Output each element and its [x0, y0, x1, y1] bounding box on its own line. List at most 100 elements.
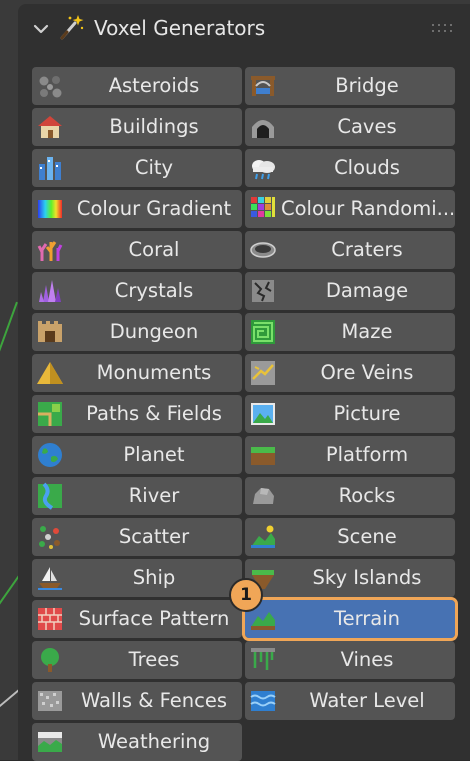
cave-icon: [252, 120, 274, 138]
weathering-icon: [38, 732, 62, 752]
button-label: Colour Gradient: [76, 197, 232, 220]
button-label: Scene: [337, 525, 397, 548]
button-label: River: [128, 484, 180, 507]
surface-pattern-button[interactable]: Surface Pattern: [32, 600, 242, 638]
city-button[interactable]: City: [32, 149, 242, 187]
paths-fields-button[interactable]: Paths & Fields: [32, 395, 242, 433]
craters-button[interactable]: Craters: [245, 231, 455, 269]
damage-icon: [252, 280, 274, 302]
weathering-button[interactable]: Weathering: [32, 723, 242, 761]
button-label: Craters: [331, 238, 403, 261]
rocks-button[interactable]: Rocks: [245, 477, 455, 515]
scatter-button[interactable]: Scatter: [32, 518, 242, 556]
button-label: Picture: [333, 402, 401, 425]
button-label: Damage: [325, 279, 409, 302]
button-label: Scatter: [118, 525, 190, 548]
trees-button[interactable]: Trees: [32, 641, 242, 679]
voxel-generators-panel: Voxel Generators Asteroids Bridge Building…: [18, 4, 470, 761]
button-label: Sky Islands: [312, 566, 422, 589]
maze-button[interactable]: Maze: [245, 313, 455, 351]
button-label: Monuments: [96, 361, 212, 384]
button-label: Clouds: [334, 156, 400, 179]
planet-icon: [38, 443, 62, 467]
wall-icon: [38, 691, 62, 711]
button-label: Maze: [341, 320, 393, 343]
walls-fences-button[interactable]: Walls & Fences: [32, 682, 242, 720]
button-label: Planet: [123, 443, 185, 466]
river-button[interactable]: River: [32, 477, 242, 515]
picture-icon: [251, 403, 275, 425]
button-label: Paths & Fields: [86, 402, 222, 425]
vines-icon: [251, 648, 275, 670]
cloud-icon: [252, 160, 275, 180]
platform-icon: [251, 447, 275, 465]
dungeon-icon: [38, 321, 62, 342]
ship-icon: [38, 567, 62, 590]
button-label: Ore Veins: [320, 361, 414, 384]
vines-button[interactable]: Vines: [245, 641, 455, 679]
random-colour-icon: [251, 197, 275, 217]
button-label: Surface Pattern: [78, 607, 230, 630]
tree-icon: [41, 648, 59, 672]
clouds-button[interactable]: Clouds: [245, 149, 455, 187]
ore-veins-button[interactable]: Ore Veins: [245, 354, 455, 392]
ship-button[interactable]: Ship: [32, 559, 242, 597]
house-icon: [38, 116, 62, 138]
chevron-down-icon[interactable]: [30, 18, 52, 40]
button-label: Crystals: [114, 279, 194, 302]
rock-icon: [253, 488, 274, 504]
brick-icon: [38, 608, 62, 630]
buildings-button[interactable]: Buildings: [32, 108, 242, 146]
damage-button[interactable]: Damage: [245, 272, 455, 310]
magic-wand-icon: [60, 15, 84, 40]
scene-button[interactable]: Scene: [245, 518, 455, 556]
colour-gradient-button[interactable]: Colour Gradient: [32, 190, 242, 228]
button-label: Vines: [340, 648, 394, 671]
button-label: Walls & Fences: [81, 689, 227, 712]
crater-icon: [250, 242, 276, 258]
button-label: Caves: [337, 115, 397, 138]
coral-button[interactable]: Coral: [32, 231, 242, 269]
crystals-button[interactable]: Crystals: [32, 272, 242, 310]
asteroids-icon: [39, 76, 62, 98]
panel-header[interactable]: Voxel Generators: [18, 4, 470, 52]
bridge-button[interactable]: Bridge: [245, 67, 455, 105]
terrain-button[interactable]: Terrain: [242, 597, 458, 641]
monuments-button[interactable]: Monuments: [32, 354, 242, 392]
water-icon: [250, 691, 276, 711]
gradient-icon: [38, 200, 62, 218]
bridge-icon: [251, 76, 275, 96]
sky-islands-button[interactable]: Sky Islands: [245, 559, 455, 597]
button-label: Asteroids: [108, 74, 200, 97]
button-label: Rocks: [338, 484, 396, 507]
ore-icon: [251, 361, 275, 385]
button-label: Platform: [325, 443, 409, 466]
crystal-icon: [39, 280, 61, 302]
platform-button[interactable]: Platform: [245, 436, 455, 474]
caves-button[interactable]: Caves: [245, 108, 455, 146]
dungeon-button[interactable]: Dungeon: [32, 313, 242, 351]
drag-handle-icon[interactable]: [432, 24, 452, 34]
fields-icon: [38, 402, 62, 426]
button-label: Dungeon: [109, 320, 199, 343]
picture-button[interactable]: Picture: [245, 395, 455, 433]
asteroids-button[interactable]: Asteroids: [32, 67, 242, 105]
water-level-button[interactable]: Water Level: [245, 682, 455, 720]
viewport-axis-line: [0, 301, 18, 369]
panel-title: Voxel Generators: [94, 16, 266, 40]
river-icon: [38, 482, 62, 510]
button-label: Trees: [128, 648, 180, 671]
button-label: Weathering: [97, 730, 211, 753]
button-label: Bridge: [335, 74, 399, 97]
button-label: Buildings: [109, 115, 199, 138]
button-label: Terrain: [333, 607, 400, 630]
button-label: Colour Randomi...: [281, 197, 453, 220]
planet-button[interactable]: Planet: [32, 436, 242, 474]
coral-icon: [37, 241, 63, 261]
button-label: Water Level: [309, 689, 425, 712]
button-label: City: [134, 156, 174, 179]
scatter-icon: [39, 526, 60, 549]
city-icon: [39, 157, 61, 180]
colour-randomi-button[interactable]: Colour Randomi...: [245, 190, 455, 228]
step-badge: 1: [229, 578, 263, 612]
